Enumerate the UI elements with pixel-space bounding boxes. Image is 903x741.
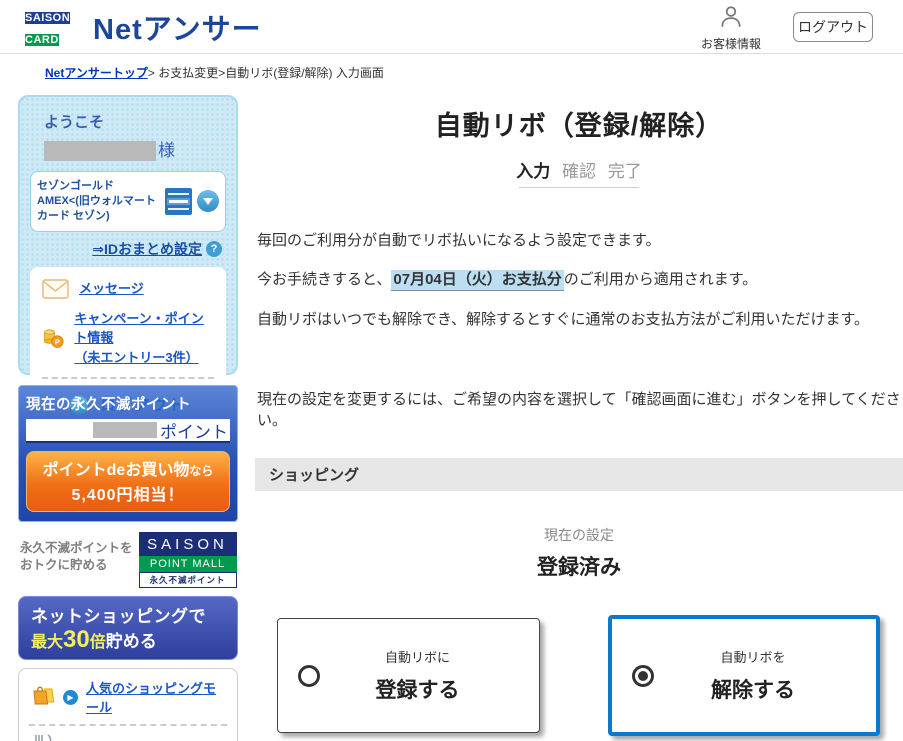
svg-text:P: P [55, 338, 60, 347]
points-title: 現在の永久不滅ポイント [26, 397, 191, 413]
welcome-label: ようこそ [44, 114, 105, 131]
step-complete: 完了 [607, 162, 642, 181]
description-paragraph-3: 自動リボはいつでも解除でき、解除するとすぐに通常のお支払方法がご利用いただけます… [257, 311, 870, 328]
card-name-label: セゾンゴールドAMEX<(旧ウォルマートカード セゾン) [37, 180, 156, 222]
description-paragraph-2: 今お手続きすると、 07月04日（火）お支払分 のご利用から適用されます。 [257, 268, 903, 291]
register-option-texts: 自動リボに 登録する [320, 647, 539, 704]
header-logout-button[interactable]: ログアウト [793, 12, 873, 42]
payment-date-highlight: 07月04日（火）お支払分 [391, 270, 564, 291]
breadcrumb: Netアンサートップ> お支払変更>自動リボ(登録/解除) 入力画面 [45, 64, 384, 81]
register-radio[interactable] [298, 664, 320, 687]
customer-name-redacted [44, 141, 156, 161]
link-shopping-mall-label[interactable]: 人気のショッピングモール [86, 678, 225, 716]
main-content: 自動リボ（登録/解除） 入力 確認 完了 毎回のご利用分が自動でリボ払いになるよ… [255, 95, 903, 741]
point-mall-row: 永久不滅ポイントを おトクに貯める SAISON POINT MALL 永久不滅… [18, 532, 238, 588]
p2-prefix: 今お手続きすると、 [257, 271, 392, 288]
current-setting-label: 現在の設定 [544, 527, 614, 543]
step-confirm: 確認 [562, 162, 596, 181]
shopping-section-label: ショッピング [269, 467, 360, 484]
instruction-paragraph: 現在の設定を変更するには、ご希望の内容を選択して「確認画面に進む」ボタンを押して… [257, 391, 901, 429]
step-underline [519, 187, 639, 188]
points-unit-label: ポイント [160, 422, 228, 442]
logo-saison-text: SAISON [25, 12, 71, 24]
shopping-links-box: ▶ 人気のショッピングモール ▶ グルメ [18, 668, 238, 741]
points-value-redacted [93, 422, 157, 438]
campaign-link-line1: キャンペーン・ポイント情報 [74, 310, 204, 346]
saison-card-logo-icon: SAISON CARD [25, 6, 83, 48]
cancel-option-texts: 自動リボを 解除する [654, 647, 876, 704]
cta-line1-suffix: なら [189, 464, 214, 478]
net-shopping-line1: ネットショッピングで [31, 607, 206, 626]
shopping-section-header: ショッピング [255, 458, 903, 491]
campaign-row: P キャンペーン・ポイント情報 （未エントリー3件） [42, 309, 214, 368]
net-shopping-multiplier: 30 [63, 626, 90, 653]
sidebar-link-gourmet[interactable]: ▶ グルメ [29, 726, 227, 741]
card-selector[interactable]: セゾンゴールドAMEX<(旧ウォルマートカード セゾン) [30, 171, 226, 232]
cancel-option-line2: 解除する [711, 679, 795, 702]
id-settings-link[interactable]: ⇒IDおまとめ設定 [92, 239, 202, 259]
net-shopping-earn: 貯める [105, 632, 157, 651]
netanswer-page: SAISON CARD Netアンサー お客様情報 ログアウト Netアンサート… [0, 0, 903, 741]
description-paragraph-1: 毎回のご利用分が自動でリボ払いになるよう設定できます。 [257, 232, 661, 249]
option-cancel-card[interactable]: 自動リボを 解除する [608, 615, 880, 736]
brand-title: Netアンサー [93, 14, 262, 46]
cancel-option-line1: 自動リボを [720, 650, 786, 665]
customer-info-label: お客様情報 [700, 37, 761, 51]
name-honorific: 様 [158, 141, 175, 160]
sidebar-link-shopping-mall[interactable]: ▶ 人気のショッピングモール [29, 670, 227, 726]
point-mall-text-line1: 永久不滅ポイントを [20, 541, 133, 555]
breadcrumb-home-link[interactable]: Netアンサートップ [45, 66, 148, 80]
shopping-bag-icon [31, 684, 55, 711]
header: SAISON CARD Netアンサー お客様情報 ログアウト [0, 0, 903, 54]
net-shopping-max: 最大 [31, 634, 64, 651]
eternal-points-panel: 現在の永久不滅ポイント ポイント ポイントdeお買い物なら 5,400円相当！ [18, 385, 238, 522]
message-link[interactable]: メッセージ [79, 279, 144, 299]
welcome-panel: ようこそ 様 セゾンゴールドAMEX<(旧ウォルマートカード セゾン) ⇒IDお… [18, 95, 238, 431]
points-value-strip: ポイント [26, 419, 230, 443]
point-mall-logo-saison: SAISON [138, 532, 237, 556]
logo-card-text: CARD [25, 34, 59, 46]
points-coins-icon: P [44, 329, 64, 349]
divider [42, 377, 214, 380]
saison-point-mall-logo[interactable]: SAISON POINT MALL 永久不滅ポイント [138, 532, 237, 588]
customer-info-button[interactable]: お客様情報 [700, 5, 762, 52]
current-setting-value: 登録済み [537, 556, 621, 579]
cta-line1-main: ポイントdeお買い物 [42, 462, 190, 479]
step-indicator: 入力 確認 完了 [255, 157, 903, 182]
net-shopping-line2: 最大 30 倍 貯める [31, 627, 225, 652]
envelope-icon [42, 278, 69, 299]
person-icon [721, 6, 741, 27]
option-register-card[interactable]: 自動リボに 登録する [277, 618, 540, 733]
cta-line2: 5,400円相当！ [71, 487, 185, 504]
campaign-link-line2: （未エントリー3件） [74, 349, 199, 365]
point-mall-logo-pointmall: POINT MALL [138, 556, 237, 572]
amex-logo-icon [165, 187, 192, 215]
sidebar: ようこそ 様 セゾンゴールドAMEX<(旧ウォルマートカード セゾン) ⇒IDお… [18, 95, 238, 741]
cancel-radio-selected[interactable] [632, 664, 654, 687]
arrow-right-icon: ▶ [63, 689, 78, 705]
chevron-down-icon[interactable] [197, 190, 219, 213]
net-shopping-banner-button[interactable]: ネットショッピングで 最大 30 倍 貯める [18, 596, 238, 660]
page-title: 自動リボ（登録/解除） [434, 111, 724, 141]
brand-logo[interactable]: SAISON CARD Netアンサー [25, 6, 262, 48]
register-option-line2: 登録する [375, 679, 460, 702]
cutlery-icon [31, 734, 55, 741]
campaign-points-link[interactable]: キャンペーン・ポイント情報 （未エントリー3件） [74, 309, 214, 368]
point-mall-text-line2: おトクに貯める [20, 557, 108, 572]
register-option-line1: 自動リボに [384, 650, 450, 665]
p2-suffix: のご利用から適用されます。 [563, 271, 758, 288]
net-shopping-times: 倍 [89, 634, 106, 651]
point-mall-text: 永久不滅ポイントを おトクに貯める [20, 532, 133, 574]
points-shopping-cta-button[interactable]: ポイントdeお買い物なら 5,400円相当！ [26, 451, 230, 512]
id-settings-row: ⇒IDおまとめ設定 ? [30, 239, 222, 259]
customer-name-row: 様 [44, 136, 226, 161]
help-icon[interactable]: ? [206, 240, 222, 257]
step-input: 入力 [516, 162, 551, 181]
message-row: メッセージ [42, 278, 214, 299]
breadcrumb-path: > お支払変更>自動リボ(登録/解除) 入力画面 [147, 66, 384, 80]
point-mall-logo-eternal: 永久不滅ポイント [138, 572, 237, 588]
